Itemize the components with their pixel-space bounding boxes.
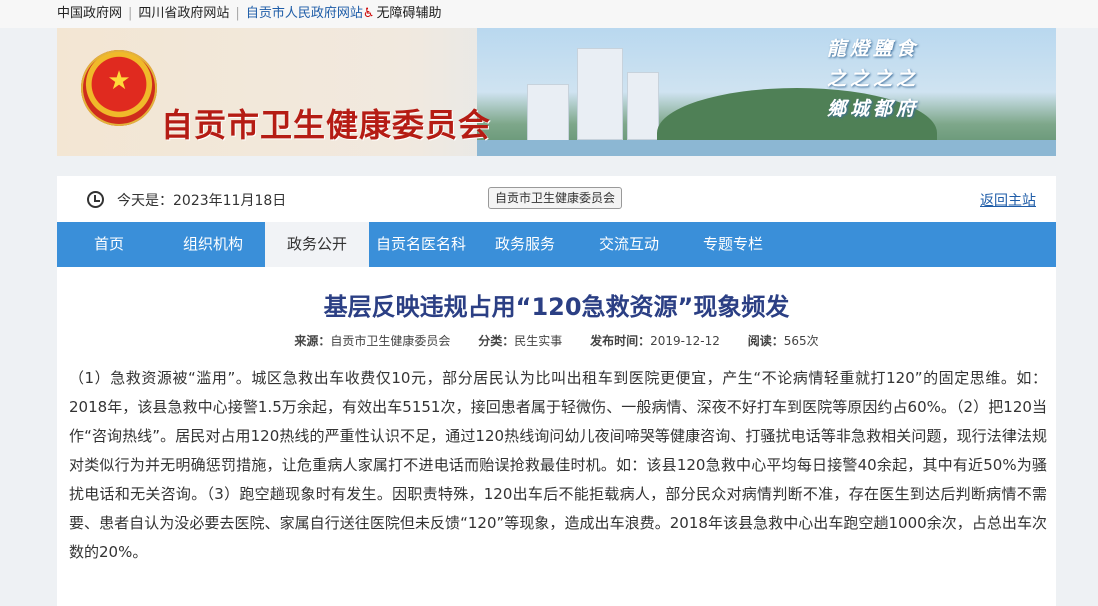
today-date: 今天是：2023年11月18日 bbox=[117, 193, 287, 209]
meta-source: 自贡市卫生健康委员会 bbox=[330, 334, 451, 348]
meta-source-label: 来源： bbox=[294, 334, 331, 348]
nav-item[interactable]: 交流互动 bbox=[577, 222, 681, 267]
slogan-line: 鄉城都府 bbox=[827, 98, 920, 120]
site-name-box[interactable]: 自贡市卫生健康委员会 bbox=[488, 187, 623, 209]
top-links-bar: 中国政府网 | 四川省政府网站 | 自贡市人民政府网站♿ 无障碍辅助 bbox=[0, 0, 1098, 28]
accessibility-link[interactable]: 无障碍辅助 bbox=[376, 6, 441, 21]
article: 基层反映违规占用“120急救资源”现象频发 来源：自贡市卫生健康委员会 分类：民… bbox=[57, 267, 1056, 606]
divider: | bbox=[235, 6, 240, 21]
article-meta: 来源：自贡市卫生健康委员会 分类：民生实事 发布时间：2019-12-12 阅读… bbox=[57, 332, 1056, 349]
main-nav: 首页 组织机构 政务公开 自贡名医名科 政务服务 交流互动 专题专栏 bbox=[57, 222, 1056, 267]
clock-icon bbox=[87, 191, 104, 208]
article-title: 基层反映违规占用“120急救资源”现象频发 bbox=[323, 293, 790, 321]
nav-item[interactable]: 自贡名医名科 bbox=[369, 222, 473, 267]
meta-date: 2019-12-12 bbox=[650, 334, 720, 348]
meta-views: 565次 bbox=[783, 334, 819, 348]
meta-date-label: 发布时间： bbox=[590, 334, 651, 348]
info-bar: 今天是：2023年11月18日 自贡市卫生健康委员会 返回主站 bbox=[57, 176, 1056, 222]
building bbox=[627, 72, 659, 140]
meta-category: 民生实事 bbox=[514, 334, 563, 348]
site-title: 自贡市卫生健康委员会 bbox=[161, 106, 492, 144]
building bbox=[577, 48, 623, 140]
nav-item[interactable]: 组织机构 bbox=[161, 222, 265, 267]
link-sichuan-gov[interactable]: 四川省政府网站 bbox=[138, 6, 229, 21]
meta-category-label: 分类： bbox=[478, 334, 515, 348]
slogan-line: 龍燈鹽食 bbox=[827, 38, 920, 60]
link-zigong-gov[interactable]: 自贡市人民政府网站 bbox=[246, 6, 363, 21]
banner-slogan: 龍燈鹽食 之之之之 鄉城都府 bbox=[827, 34, 947, 124]
nav-item[interactable]: 政务服务 bbox=[473, 222, 577, 267]
divider: | bbox=[128, 6, 133, 21]
article-body: （1）急救资源被“滥用”。城区急救出车收费仅10元，部分居民认为比叫出租车到医院… bbox=[69, 369, 1047, 561]
banner-river bbox=[477, 140, 1056, 156]
back-to-main-link[interactable]: 返回主站 bbox=[980, 190, 1036, 210]
national-emblem-icon: ★ bbox=[81, 50, 157, 126]
link-china-gov[interactable]: 中国政府网 bbox=[57, 6, 122, 21]
building bbox=[527, 84, 569, 142]
wheelchair-icon[interactable]: ♿ bbox=[363, 6, 375, 21]
nav-item[interactable]: 首页 bbox=[57, 222, 161, 267]
header-banner: ★ 自贡市卫生健康委员会 龍燈鹽食 之之之之 鄉城都府 bbox=[57, 28, 1056, 156]
nav-item[interactable]: 专题专栏 bbox=[681, 222, 785, 267]
meta-views-label: 阅读： bbox=[747, 334, 784, 348]
nav-item[interactable]: 政务公开 bbox=[265, 222, 369, 267]
slogan-line: 之之之之 bbox=[827, 68, 920, 90]
